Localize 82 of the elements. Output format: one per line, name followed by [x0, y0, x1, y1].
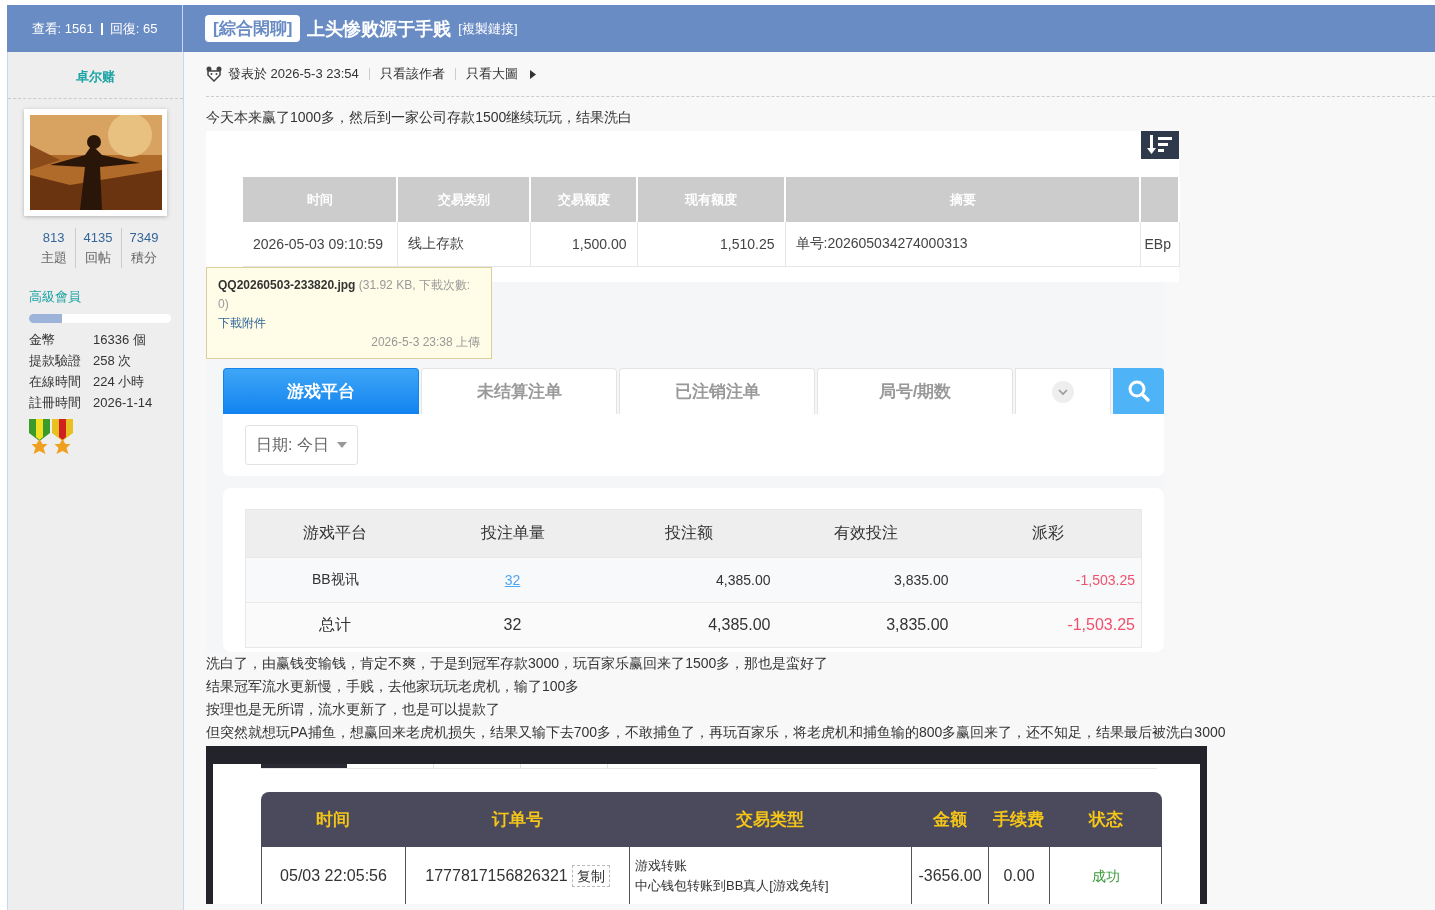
sort-button[interactable] — [1141, 131, 1179, 159]
table-cell: 总计 — [245, 602, 425, 648]
post-text: 洗白了，由赢钱变输钱，肯定不爽，于是到冠军存款3000，玩百家乐赢回来了1500多，那也是蛮好了 — [206, 654, 830, 673]
table-cell: 3,835.00 — [776, 602, 955, 648]
info-value: 16336 個 — [93, 331, 147, 348]
order-number: 1777817156826321 — [425, 866, 568, 884]
sort-icon — [1146, 135, 1174, 155]
chevron-icon — [1052, 380, 1074, 403]
tab[interactable]: 已注销注单 — [619, 368, 815, 414]
table-cell: -1,503.25 — [954, 557, 1142, 603]
medal-icon — [28, 419, 51, 456]
tab[interactable]: 游戏平台 — [223, 368, 419, 414]
stat-label: 主題 — [40, 249, 67, 267]
stat-value[interactable]: 7349 — [129, 228, 159, 248]
username[interactable]: 卓尔赌 — [8, 52, 183, 99]
info-value: 2026-1-14 — [93, 394, 154, 411]
table-cell: 线上存款 — [397, 222, 530, 267]
caret-icon[interactable] — [529, 69, 536, 79]
copy-button[interactable]: 复制 — [571, 864, 610, 887]
attachment-info: QQ20260503-233820.jpg (31.92 KB, 下載次數: 0) — [218, 277, 472, 313]
column-header: 金额 — [911, 792, 988, 847]
user-group[interactable]: 高級會員 — [29, 288, 183, 306]
reply-count: 回復: 65 — [109, 19, 158, 38]
category-tag[interactable]: [綜合閑聊] — [205, 15, 301, 42]
column-header: 游戏平台 — [245, 509, 425, 558]
table-cell: 05/03 22:05:56 — [261, 847, 405, 904]
table-cell: 1,510.25 — [637, 222, 785, 267]
stat-value[interactable]: 4135 — [83, 228, 113, 248]
transaction-type: 游戏转账 — [635, 857, 688, 875]
column-header: 状态 — [1049, 792, 1162, 847]
column-header: 投注单量 — [424, 509, 601, 558]
table-cell: BB视讯 — [245, 557, 425, 603]
post-text: 结果冠军流水更新慢，手贱，去他家玩玩老虎机，输了100多 — [206, 677, 581, 696]
table-cell: 4,385.00 — [600, 602, 777, 648]
table-cell: 2026-05-03 09:10:59 — [243, 222, 397, 267]
info-label: 在線時間 — [29, 373, 82, 390]
info-value: 224 小時 — [93, 373, 146, 390]
column-header: 交易类型 — [629, 792, 911, 847]
info-label: 金幣 — [29, 331, 56, 348]
post-text: 但突然就想玩PA捕鱼，想赢回来老虎机损失，结果又输下去700多，不敢捕鱼了，再玩百家乐，将老虎机和捕鱼输的800多赢回来了，还不知足，结果最后被洗白3000 — [206, 723, 1227, 742]
download-link[interactable]: 下載附件 — [218, 316, 266, 330]
table-cell: 1,500.00 — [530, 222, 637, 267]
tab[interactable]: 局号/期数 — [817, 368, 1013, 414]
post-date: 發表於 2026-5-3 23:54 — [228, 65, 359, 83]
column-header: 时间 — [261, 792, 405, 847]
caret-icon — [336, 442, 347, 448]
table-cell: 单号:202605034274000313 — [785, 222, 1140, 267]
filter-link[interactable]: 只看大圖 — [465, 65, 518, 83]
info-label: 提款驗證 — [29, 352, 82, 369]
table-cell: 3,835.00 — [776, 557, 955, 603]
column-header: 投注额 — [600, 509, 777, 558]
copy-link[interactable]: [複製鏈接] — [458, 19, 518, 38]
info-value: 258 次 — [93, 352, 133, 369]
filter-link[interactable]: 只看該作者 — [379, 65, 445, 83]
tab[interactable]: 未结算注单 — [421, 368, 617, 414]
stat-label: 回帖 — [85, 249, 112, 267]
view-count: 查看: 1561 — [31, 19, 94, 38]
table-cell: 4,385.00 — [600, 557, 777, 603]
medal-icon — [51, 419, 74, 456]
search-icon — [1126, 379, 1151, 403]
table-cell: EBp — [1140, 222, 1179, 267]
column-header: 手续费 — [988, 792, 1049, 847]
table-cell: -1,503.25 — [954, 602, 1142, 648]
stat-label: 積分 — [130, 249, 157, 267]
upload-time: 2026-5-3 23:38 上傳 — [370, 334, 480, 351]
column-header: 有效投注 — [776, 509, 955, 558]
thread-title: 上头惨败源于手贱 — [307, 17, 452, 41]
post-text: 今天本来赢了1000多，然后到一家公司存款1500继续玩玩，结果洗白 — [206, 108, 634, 127]
info-label: 註冊時間 — [29, 394, 82, 411]
table-cell: 0.00 — [988, 847, 1049, 904]
post-text: 按理也是无所谓，流水更新了，也是可以提款了 — [206, 700, 501, 719]
status-text: 成功 — [1091, 867, 1120, 884]
transaction-detail: 中心钱包转账到BB真人[游戏免转] — [635, 877, 830, 895]
date-filter[interactable]: 日期: 今日 — [245, 425, 358, 465]
count-link[interactable]: 32 — [504, 572, 521, 588]
animal-head-icon — [206, 66, 222, 82]
table-cell: 32 — [424, 602, 601, 648]
column-header: 订单号 — [405, 792, 629, 847]
column-header: 派彩 — [954, 509, 1142, 558]
dropdown-toggle[interactable] — [1015, 368, 1111, 414]
table-cell: -3656.00 — [911, 847, 988, 904]
stat-value[interactable]: 813 — [42, 228, 65, 248]
